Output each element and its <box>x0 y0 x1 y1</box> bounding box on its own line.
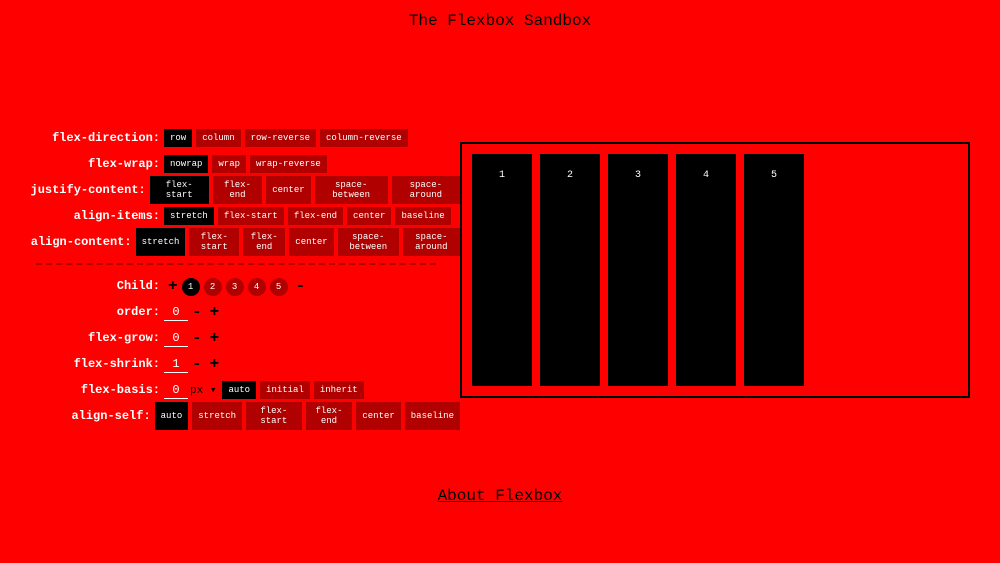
align-self-option-stretch[interactable]: stretch <box>192 402 242 430</box>
align-self-option-baseline[interactable]: baseline <box>405 402 460 430</box>
flex-grow-row: flex-grow: - + <box>0 325 460 351</box>
flex-basis-input[interactable] <box>164 382 188 399</box>
justify-content-option-space-around[interactable]: space-around <box>392 176 460 204</box>
justify-content-row: justify-content: flex-startflex-endcente… <box>0 177 460 203</box>
flex-basis-option-inherit[interactable]: inherit <box>314 381 364 399</box>
align-content-option-space-between[interactable]: space-between <box>338 228 399 256</box>
align-content-option-flex-end[interactable]: flex-end <box>243 228 285 256</box>
align-self-option-center[interactable]: center <box>356 402 400 430</box>
flex-wrap-option-wrap[interactable]: wrap <box>212 155 246 173</box>
justify-content-option-space-between[interactable]: space-between <box>315 176 388 204</box>
flex-shrink-label: flex-shrink: <box>0 357 164 371</box>
child-label: Child: <box>0 279 164 293</box>
align-self-label: align-self: <box>0 409 155 423</box>
order-row: order: - + <box>0 299 460 325</box>
flex-direction-option-row[interactable]: row <box>164 129 192 147</box>
section-divider <box>36 263 436 265</box>
child-tab-4[interactable]: 4 <box>248 278 266 296</box>
controls-panel: flex-direction: rowcolumn row-reversecolu… <box>0 30 460 429</box>
order-minus-button[interactable]: - <box>188 303 206 321</box>
align-items-option-flex-start[interactable]: flex-start <box>218 207 284 225</box>
flex-container: 12345 <box>460 142 970 398</box>
flex-basis-row: flex-basis: px ▾ autoinitialinherit <box>0 377 460 403</box>
flex-item: 3 <box>608 154 668 386</box>
order-plus-button[interactable]: + <box>206 303 224 321</box>
flex-wrap-option-nowrap[interactable]: nowrap <box>164 155 208 173</box>
flex-shrink-plus-button[interactable]: + <box>206 355 224 373</box>
flex-direction-option-row-reverse[interactable]: row-reverse <box>245 129 316 147</box>
justify-content-label: justify-content: <box>0 183 150 197</box>
add-child-button[interactable]: + <box>164 277 182 295</box>
sandbox-panel: 12345 <box>460 30 1000 429</box>
flex-item: 5 <box>744 154 804 386</box>
align-items-option-baseline[interactable]: baseline <box>395 207 450 225</box>
align-items-option-flex-end[interactable]: flex-end <box>288 207 343 225</box>
child-tab-3[interactable]: 3 <box>226 278 244 296</box>
flex-direction-option-column[interactable]: column <box>196 129 240 147</box>
flex-basis-unit-select[interactable]: px ▾ <box>190 383 216 397</box>
page-title: The Flexbox Sandbox <box>0 0 1000 30</box>
align-self-option-flex-end[interactable]: flex-end <box>306 402 353 430</box>
flex-wrap-option-wrap-reverse[interactable]: wrap-reverse <box>250 155 327 173</box>
order-label: order: <box>0 305 164 319</box>
flex-item: 4 <box>676 154 736 386</box>
align-items-label: align-items: <box>0 209 164 223</box>
flex-direction-label: flex-direction: <box>0 131 164 145</box>
flex-basis-option-auto[interactable]: auto <box>222 381 256 399</box>
flex-shrink-minus-button[interactable]: - <box>188 355 206 373</box>
flex-shrink-row: flex-shrink: - + <box>0 351 460 377</box>
child-tab-1[interactable]: 1 <box>182 278 200 296</box>
chevron-down-icon: ▾ <box>210 385 217 397</box>
flex-item: 1 <box>472 154 532 386</box>
flex-shrink-input[interactable] <box>164 356 188 373</box>
child-tab-5[interactable]: 5 <box>270 278 288 296</box>
flex-grow-input[interactable] <box>164 330 188 347</box>
justify-content-option-flex-start[interactable]: flex-start <box>150 176 209 204</box>
align-self-option-auto[interactable]: auto <box>155 402 189 430</box>
child-selector-row: Child: + 12345 - <box>0 273 460 299</box>
align-content-option-center[interactable]: center <box>289 228 333 256</box>
align-content-option-space-around[interactable]: space-around <box>403 228 460 256</box>
order-input[interactable] <box>164 304 188 321</box>
justify-content-option-center[interactable]: center <box>266 176 310 204</box>
child-tab-2[interactable]: 2 <box>204 278 222 296</box>
align-content-label: align-content: <box>0 235 136 249</box>
align-items-row: align-items: stretchflex-startflex-endce… <box>0 203 460 229</box>
align-self-row: align-self: autostretchflex-startflex-en… <box>0 403 460 429</box>
align-content-option-stretch[interactable]: stretch <box>136 228 186 256</box>
flex-grow-plus-button[interactable]: + <box>206 329 224 347</box>
flex-basis-option-initial[interactable]: initial <box>260 381 310 399</box>
flex-wrap-label: flex-wrap: <box>0 157 164 171</box>
flex-item: 2 <box>540 154 600 386</box>
flex-direction-option-column-reverse[interactable]: column-reverse <box>320 129 408 147</box>
align-items-option-center[interactable]: center <box>347 207 391 225</box>
align-self-option-flex-start[interactable]: flex-start <box>246 402 302 430</box>
flex-basis-label: flex-basis: <box>0 383 164 397</box>
flex-grow-minus-button[interactable]: - <box>188 329 206 347</box>
about-flexbox-link[interactable]: About Flexbox <box>0 487 1000 505</box>
flex-wrap-row: flex-wrap: nowrapwrapwrap-reverse <box>0 151 460 177</box>
align-items-option-stretch[interactable]: stretch <box>164 207 214 225</box>
align-content-row: align-content: stretchflex-startflex-end… <box>0 229 460 255</box>
remove-child-button[interactable]: - <box>292 277 310 295</box>
align-content-option-flex-start[interactable]: flex-start <box>189 228 239 256</box>
flex-grow-label: flex-grow: <box>0 331 164 345</box>
justify-content-option-flex-end[interactable]: flex-end <box>213 176 263 204</box>
flex-direction-row: flex-direction: rowcolumn row-reversecolu… <box>0 125 460 151</box>
